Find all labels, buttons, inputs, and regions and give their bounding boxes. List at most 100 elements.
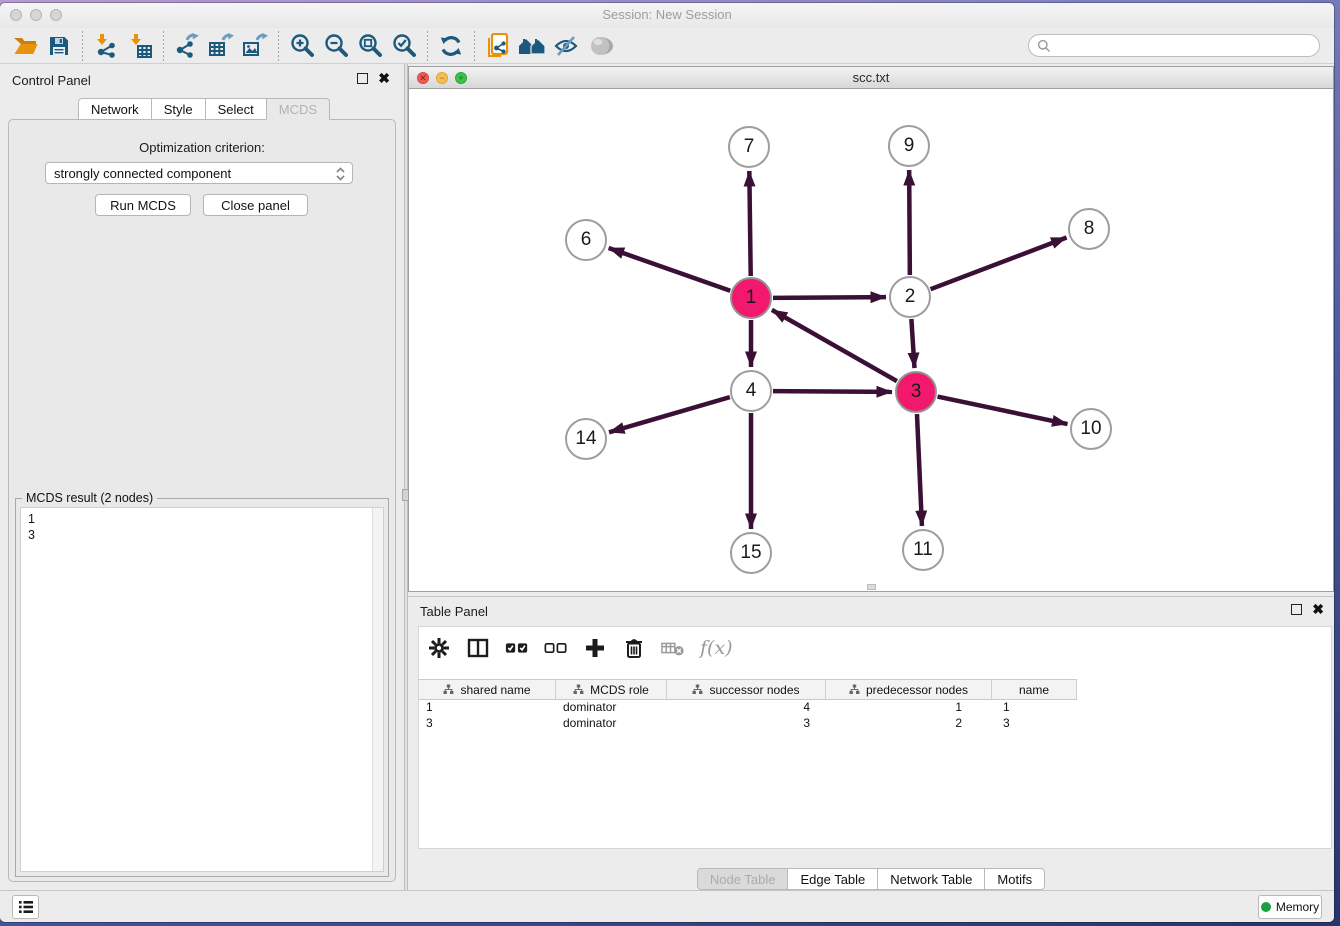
table-cell[interactable]: 2 bbox=[826, 716, 992, 732]
table-cell[interactable]: 3 bbox=[667, 716, 826, 732]
mcds-result-group: MCDS result (2 nodes) 1 3 bbox=[15, 498, 389, 877]
graph-node-1[interactable]: 1 bbox=[730, 277, 772, 319]
graph-node-14[interactable]: 14 bbox=[565, 418, 607, 460]
hierarchy-icon bbox=[849, 684, 860, 695]
export-network-icon[interactable] bbox=[170, 31, 204, 61]
run-mcds-button[interactable]: Run MCDS bbox=[95, 194, 191, 216]
task-history-button[interactable] bbox=[12, 895, 39, 919]
result-scrollbar[interactable] bbox=[372, 508, 383, 871]
list-icon bbox=[18, 900, 34, 914]
graph-node-4[interactable]: 4 bbox=[730, 370, 772, 412]
graph-edge-2-3[interactable] bbox=[911, 319, 914, 368]
graph-node-6[interactable]: 6 bbox=[565, 219, 607, 261]
table-cell[interactable]: dominator bbox=[556, 700, 667, 716]
tab-network[interactable]: Network bbox=[78, 98, 152, 120]
table-panel-title: Table Panel bbox=[420, 604, 488, 619]
hierarchy-icon bbox=[443, 684, 454, 695]
graph-node-11[interactable]: 11 bbox=[902, 529, 944, 571]
tab-node-table[interactable]: Node Table bbox=[697, 868, 789, 890]
add-row-icon[interactable] bbox=[583, 636, 607, 660]
main-titlebar: Session: New Session bbox=[0, 3, 1334, 28]
float-table-panel-icon[interactable] bbox=[1291, 604, 1302, 615]
close-panel-button[interactable]: Close panel bbox=[203, 194, 308, 216]
table-rows: 1dominator4113dominator323 bbox=[419, 700, 1331, 732]
tab-edge-table[interactable]: Edge Table bbox=[787, 868, 878, 890]
import-table-icon[interactable] bbox=[123, 31, 157, 61]
network-canvas[interactable]: 7 9 6 8 1 2 4 3 14 10 15 11 bbox=[409, 89, 1333, 591]
clone-network-icon[interactable] bbox=[481, 31, 515, 61]
toolbar-separator bbox=[278, 31, 279, 61]
zoom-in-icon[interactable] bbox=[285, 31, 319, 61]
hierarchy-icon bbox=[573, 684, 584, 695]
graph-edge-3-1[interactable] bbox=[772, 310, 897, 381]
memory-status-icon bbox=[1261, 902, 1271, 912]
zoom-fit-icon[interactable] bbox=[353, 31, 387, 61]
graph-node-3[interactable]: 3 bbox=[895, 371, 937, 413]
tab-mcds[interactable]: MCDS bbox=[266, 98, 330, 120]
graph-edge-1-2[interactable] bbox=[773, 297, 886, 298]
graph-node-2[interactable]: 2 bbox=[889, 276, 931, 318]
delete-row-trash-icon[interactable] bbox=[622, 636, 646, 660]
home-icon[interactable] bbox=[515, 31, 549, 61]
graph-node-8[interactable]: 8 bbox=[1068, 208, 1110, 250]
column-header-successor-nodes[interactable]: successor nodes bbox=[667, 680, 826, 699]
table-row[interactable]: 1dominator411 bbox=[419, 700, 1331, 716]
search-field[interactable] bbox=[1028, 34, 1320, 57]
table-cell[interactable]: 1 bbox=[992, 700, 1077, 716]
table-cell[interactable]: 3 bbox=[419, 716, 556, 732]
tab-motifs[interactable]: Motifs bbox=[984, 868, 1045, 890]
import-network-icon[interactable] bbox=[89, 31, 123, 61]
mcds-result-area[interactable]: 1 3 bbox=[20, 507, 384, 872]
network-window-titlebar[interactable]: ✕ − + scc.txt bbox=[409, 67, 1333, 89]
column-header-predecessor-nodes[interactable]: predecessor nodes bbox=[826, 680, 992, 699]
zoom-out-icon[interactable] bbox=[319, 31, 353, 61]
graph-edge-4-3[interactable] bbox=[773, 391, 892, 392]
table-cell[interactable]: 4 bbox=[667, 700, 826, 716]
zoom-selected-icon[interactable] bbox=[387, 31, 421, 61]
control-panel: Control Panel ✖ Network Style Select MCD… bbox=[0, 64, 404, 890]
graph-edge-4-14[interactable] bbox=[609, 397, 730, 432]
graph-node-9[interactable]: 9 bbox=[888, 125, 930, 167]
close-table-panel-icon[interactable]: ✖ bbox=[1312, 604, 1324, 615]
graph-edge-1-7[interactable] bbox=[749, 171, 750, 276]
save-session-icon[interactable] bbox=[42, 31, 76, 61]
search-icon bbox=[1037, 39, 1051, 53]
graph-edge-2-9[interactable] bbox=[909, 170, 910, 275]
table-cell[interactable]: dominator bbox=[556, 716, 667, 732]
graph-node-7[interactable]: 7 bbox=[728, 126, 770, 168]
tab-network-table[interactable]: Network Table bbox=[877, 868, 985, 890]
deselect-all-icon[interactable] bbox=[544, 636, 568, 660]
column-header-mcds-role[interactable]: MCDS role bbox=[556, 680, 667, 699]
float-panel-icon[interactable] bbox=[357, 73, 368, 84]
table-cell[interactable]: 1 bbox=[826, 700, 992, 716]
graph-edge-3-11[interactable] bbox=[917, 414, 922, 526]
optimization-criterion-label: Optimization criterion: bbox=[9, 140, 395, 155]
export-table-icon[interactable] bbox=[204, 31, 238, 61]
table-cell[interactable]: 3 bbox=[992, 716, 1077, 732]
graph-edge-2-8[interactable] bbox=[931, 238, 1067, 290]
graph-node-15[interactable]: 15 bbox=[730, 532, 772, 574]
control-panel-tabs: Network Style Select MCDS bbox=[78, 98, 330, 120]
refresh-icon[interactable] bbox=[434, 31, 468, 61]
criterion-dropdown[interactable]: strongly connected component bbox=[45, 162, 353, 184]
export-image-icon[interactable] bbox=[238, 31, 272, 61]
table-settings-gear-icon[interactable] bbox=[427, 636, 451, 660]
column-header-name[interactable]: name bbox=[992, 680, 1077, 699]
select-all-icon[interactable] bbox=[505, 636, 529, 660]
canvas-resize-handle[interactable] bbox=[867, 584, 876, 590]
table-row[interactable]: 3dominator323 bbox=[419, 716, 1331, 732]
hide-panel-eye-icon[interactable] bbox=[549, 31, 583, 61]
tab-select[interactable]: Select bbox=[205, 98, 267, 120]
column-header-shared-name[interactable]: shared name bbox=[419, 680, 556, 699]
graph-edge-3-10[interactable] bbox=[938, 397, 1068, 424]
graph-node-10[interactable]: 10 bbox=[1070, 408, 1112, 450]
memory-button[interactable]: Memory bbox=[1258, 895, 1322, 919]
graph-edge-1-6[interactable] bbox=[609, 248, 731, 291]
toolbar-separator bbox=[163, 31, 164, 61]
table-cell[interactable]: 1 bbox=[419, 700, 556, 716]
open-session-icon[interactable] bbox=[8, 31, 42, 61]
toggle-columns-icon[interactable] bbox=[466, 636, 490, 660]
tab-style[interactable]: Style bbox=[151, 98, 206, 120]
search-input[interactable] bbox=[1051, 39, 1319, 53]
close-panel-icon[interactable]: ✖ bbox=[378, 73, 390, 84]
